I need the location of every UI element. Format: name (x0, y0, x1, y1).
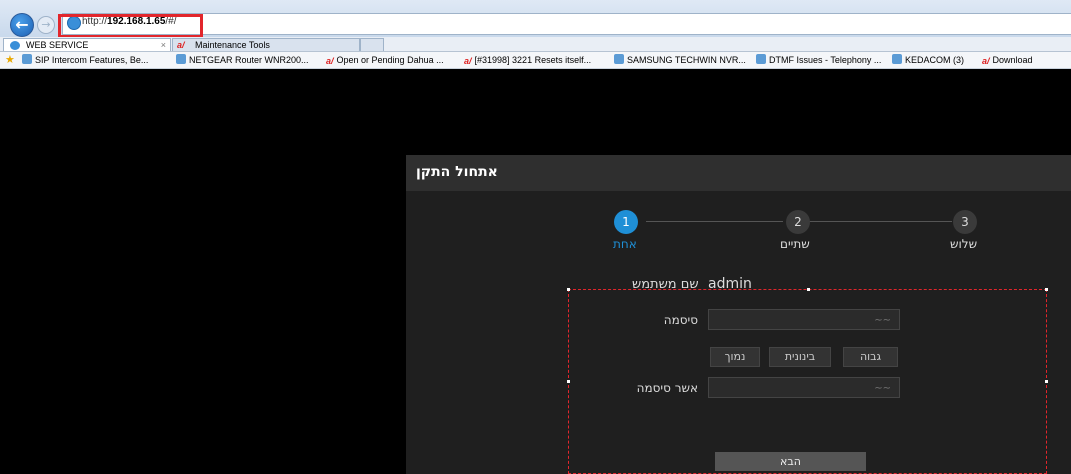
site-icon (892, 54, 902, 64)
forward-arrow-icon[interactable]: → (37, 16, 55, 34)
tab-maintenance-tools[interactable]: a/ Maintenance Tools (172, 38, 360, 51)
site-icon (756, 54, 766, 64)
resize-handle (1045, 380, 1048, 383)
favorite-link[interactable]: SIP Intercom Features, Be... (22, 54, 148, 66)
dialog-title: אתחול התקן (416, 164, 498, 180)
back-arrow-icon[interactable]: ← (10, 13, 34, 37)
favorite-link[interactable]: a/Open or Pending Dahua ... (326, 54, 444, 66)
resize-handle (807, 288, 810, 291)
password-label: סיסמה (663, 313, 698, 327)
resize-handle (567, 288, 570, 291)
step-1-label: אחת (613, 237, 637, 251)
strength-high-indicator: גבוה (843, 347, 898, 367)
favorite-link[interactable]: a/Download (982, 54, 1033, 66)
url-highlight-box (58, 14, 203, 38)
show-password-icon[interactable]: ∼∼ (874, 315, 891, 326)
tab-web-service[interactable]: WEB SERVICE × (3, 38, 171, 51)
resize-handle (1045, 288, 1048, 291)
password-field[interactable]: ∼∼ (708, 309, 900, 330)
step-connector (646, 221, 783, 222)
site-icon (176, 54, 186, 64)
site-icon (614, 54, 624, 64)
favorite-link[interactable]: NETGEAR Router WNR200... (176, 54, 309, 66)
favorite-link[interactable]: KEDACOM (3) (892, 54, 964, 66)
internet-explorer-icon (10, 41, 20, 50)
close-icon[interactable]: × (161, 39, 166, 52)
dahua-logo-icon: a/ (326, 56, 334, 66)
confirm-password-label: אשר סיסמה (636, 381, 698, 395)
dialog-header: אתחול התקן (406, 155, 1071, 191)
step-3-label: שלוש (950, 237, 978, 251)
step-1-indicator: 1 (614, 210, 638, 234)
step-connector (807, 221, 952, 222)
dahua-logo-icon: a/ (982, 56, 990, 66)
favorite-link[interactable]: a/[#31998] 3221 Resets itself... (464, 54, 591, 66)
url-input[interactable] (62, 13, 1071, 35)
step-2-label: שתיים (780, 237, 810, 251)
strength-low-indicator: נמוך (710, 347, 760, 367)
favorite-link[interactable]: DTMF Issues - Telephony ... (756, 54, 881, 66)
tab-label: WEB SERVICE (26, 40, 89, 50)
next-button[interactable]: הבא (715, 452, 866, 471)
show-password-icon[interactable]: ∼∼ (874, 383, 891, 394)
step-2-indicator: 2 (786, 210, 810, 234)
site-icon (22, 54, 32, 64)
dahua-logo-icon: a/ (177, 40, 185, 50)
favorite-link[interactable]: SAMSUNG TECHWIN NVR... (614, 54, 746, 66)
strength-medium-indicator: בינונית (769, 347, 831, 367)
device-init-dialog: אתחול התקן 1 2 3 אחת שתיים שלוש שם משתמש… (406, 155, 1071, 474)
new-tab-button[interactable] (360, 38, 384, 51)
tab-label: Maintenance Tools (195, 40, 270, 50)
favorites-star-icon[interactable]: ★ (5, 53, 15, 66)
dahua-logo-icon: a/ (464, 56, 472, 66)
confirm-password-field[interactable]: ∼∼ (708, 377, 900, 398)
resize-handle (567, 380, 570, 383)
step-3-indicator: 3 (953, 210, 977, 234)
